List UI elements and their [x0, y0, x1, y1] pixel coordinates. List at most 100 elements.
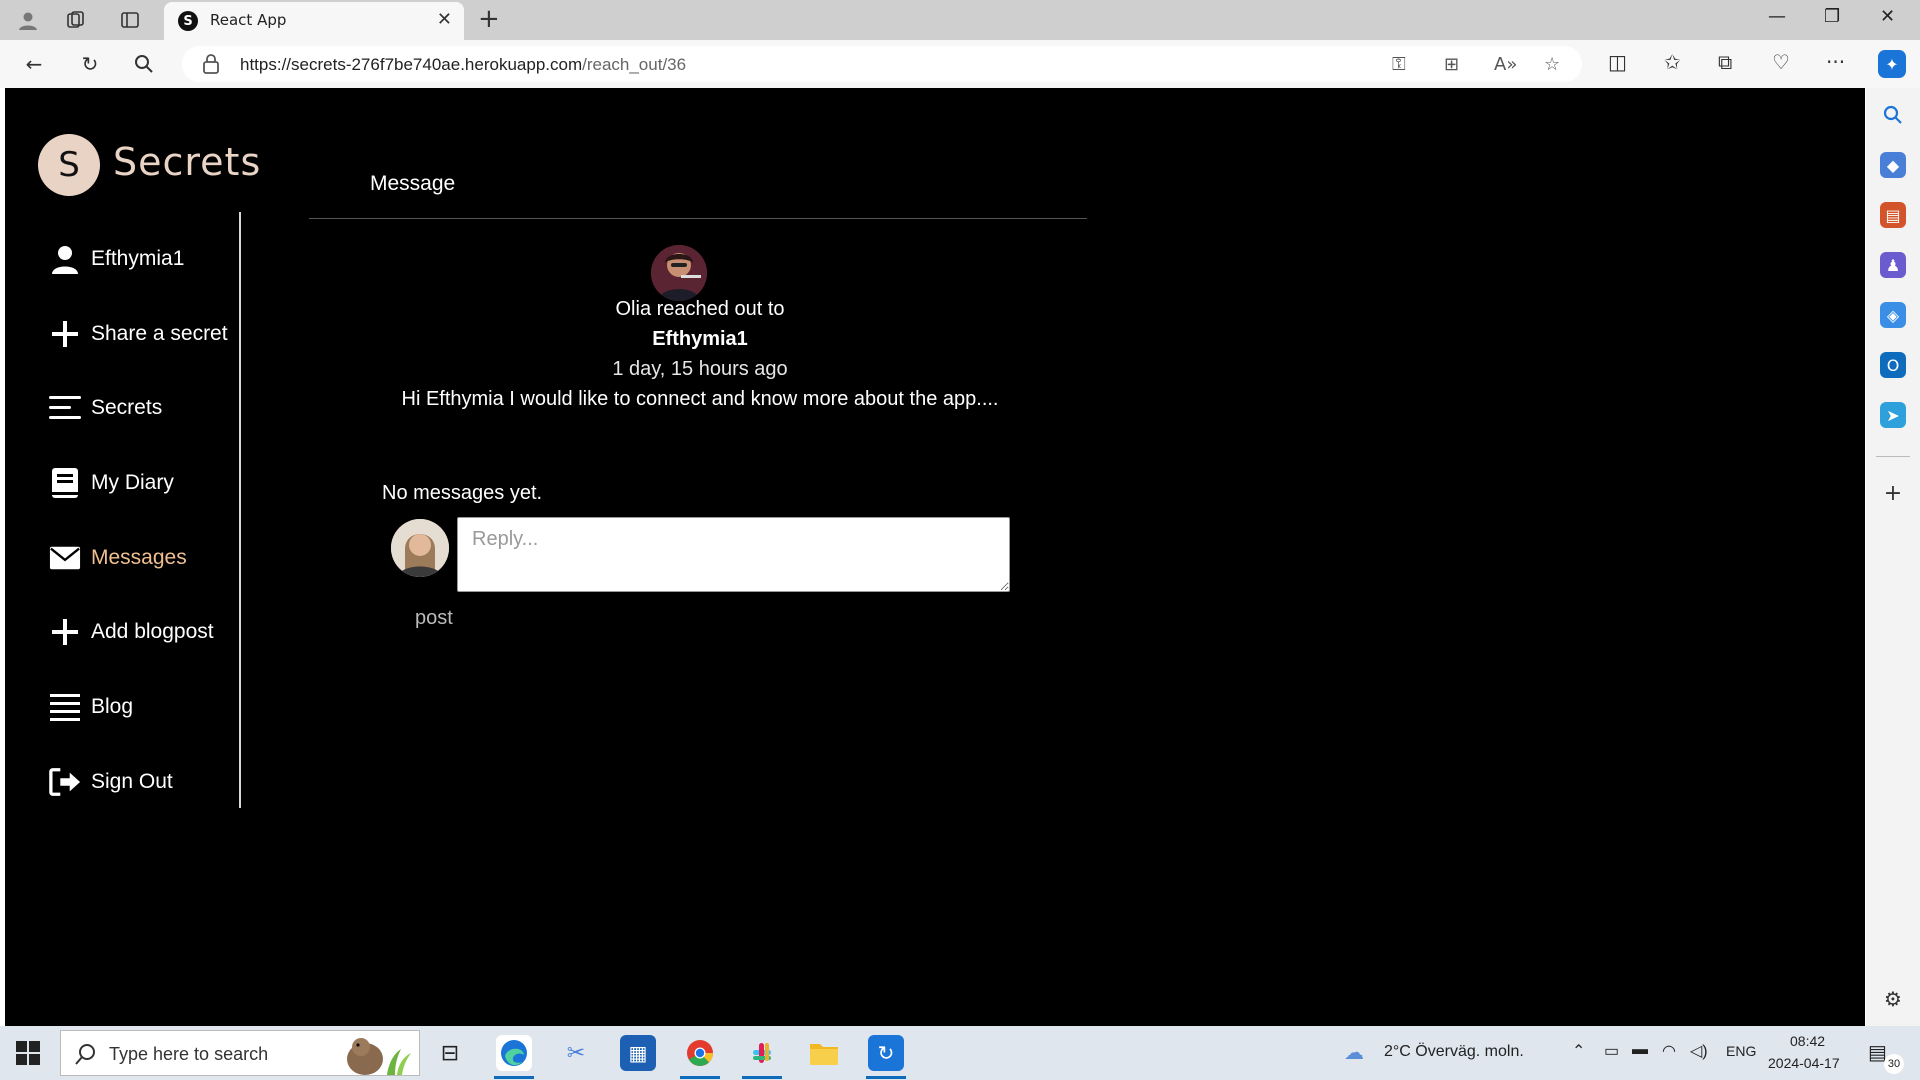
read-aloud-icon[interactable]: A»: [1494, 54, 1517, 75]
logo-text[interactable]: Secrets: [113, 140, 261, 184]
more-menu-icon[interactable]: ···: [1826, 50, 1845, 74]
show-hidden-icons-icon[interactable]: ⌃: [1572, 1041, 1585, 1061]
volume-icon[interactable]: ◁): [1690, 1041, 1708, 1061]
sidebar-item-profile[interactable]: Efthymia1: [49, 239, 184, 279]
reply-avatar[interactable]: [391, 519, 449, 577]
sidebar-item-label: Sign Out: [91, 770, 173, 793]
minimize-icon[interactable]: —: [1768, 6, 1786, 27]
wifi-icon[interactable]: ◠: [1662, 1041, 1676, 1061]
logo-circle[interactable]: S: [38, 134, 100, 196]
search-icon[interactable]: [130, 50, 158, 78]
clock-time[interactable]: 08:42: [1790, 1033, 1825, 1049]
split-screen-icon[interactable]: ◫: [1608, 50, 1627, 74]
refresh-icon[interactable]: ↻: [76, 50, 104, 78]
sidebar-item-label: Share a secret: [91, 322, 228, 345]
sidebar-item-label: Messages: [91, 546, 187, 569]
sidebar-settings-icon[interactable]: ⚙: [1880, 986, 1906, 1012]
edge-browser-icon[interactable]: [496, 1035, 532, 1071]
sidebar-item-share-secret[interactable]: Share a secret: [49, 314, 228, 354]
sidebar-divider-line: [239, 212, 241, 808]
task-view-icon[interactable]: ⊟: [432, 1035, 468, 1071]
address-bar[interactable]: https://secrets-276f7be740ae.herokuapp.c…: [182, 46, 1582, 82]
close-tab-icon[interactable]: ✕: [437, 9, 452, 30]
recipient-name[interactable]: Efthymia1: [305, 328, 1095, 351]
send-icon[interactable]: ➤: [1880, 402, 1906, 428]
windows-start-icon[interactable]: [16, 1041, 40, 1065]
games-icon[interactable]: ♟: [1880, 252, 1906, 278]
slack-icon[interactable]: [744, 1035, 780, 1071]
sidebar-item-label: Secrets: [91, 396, 163, 419]
sidebar-item-blog[interactable]: Blog: [49, 687, 133, 727]
chrome-active-indicator: [680, 1076, 720, 1079]
taskbar-search[interactable]: Type here to search: [60, 1030, 420, 1076]
sidebar-item-sign-out[interactable]: Sign Out: [49, 762, 173, 802]
workspaces-icon[interactable]: [64, 8, 88, 32]
password-key-icon[interactable]: ⚿: [1392, 54, 1406, 75]
edge-sidebar: ◆ ▤ ♟ ◈ O ➤ + ⚙: [1866, 88, 1920, 1026]
sidebar-item-my-diary[interactable]: My Diary: [49, 463, 174, 503]
sidebar-item-label: Add blogpost: [91, 620, 214, 643]
slack-active-indicator: [742, 1076, 782, 1079]
browser-essentials-icon[interactable]: ♡: [1772, 50, 1790, 74]
favorites-icon[interactable]: ✩: [1664, 50, 1681, 74]
tools-briefcase-icon[interactable]: ▤: [1880, 202, 1906, 228]
url-text[interactable]: https://secrets-276f7be740ae.herokuapp.c…: [240, 55, 686, 75]
sidebar-item-messages[interactable]: Messages: [49, 538, 187, 578]
collections-icon[interactable]: ⧉: [1718, 50, 1732, 74]
sidebar-search-icon[interactable]: [1880, 102, 1906, 128]
restore-icon[interactable]: ❐: [1824, 6, 1840, 27]
browser-tab-bar: S React App ✕ + — ❐ ✕: [0, 0, 1920, 40]
reply-input[interactable]: [457, 517, 1010, 592]
book-icon: [49, 467, 81, 499]
new-tab-button[interactable]: +: [478, 4, 500, 34]
active-tab[interactable]: S React App ✕: [164, 2, 464, 40]
tab-actions-icon[interactable]: [118, 8, 142, 32]
add-sidebar-app-icon[interactable]: +: [1880, 480, 1906, 506]
back-icon[interactable]: ←: [20, 50, 48, 78]
taskbar-search-text: Type here to search: [109, 1044, 269, 1064]
language-indicator[interactable]: ENG: [1726, 1043, 1756, 1059]
chrome-icon[interactable]: [682, 1035, 718, 1071]
meet-now-icon[interactable]: ▭: [1604, 1041, 1619, 1061]
weather-cloud-icon[interactable]: ☁: [1344, 1040, 1364, 1065]
lines-icon: [49, 392, 81, 424]
reached-out-text: Olia reached out to: [615, 298, 785, 320]
user-icon: [49, 243, 81, 275]
sender-avatar[interactable]: [651, 245, 707, 301]
microsoft-store-icon[interactable]: ▦: [620, 1035, 656, 1071]
app-available-icon[interactable]: ⊞: [1444, 54, 1459, 75]
snipping-tool-icon[interactable]: ✂: [558, 1035, 594, 1071]
file-explorer-icon[interactable]: [806, 1035, 842, 1071]
sidebar-divider: [1876, 456, 1910, 457]
envelope-icon: [49, 542, 81, 574]
header-divider: [309, 218, 1087, 219]
favorite-star-icon[interactable]: ☆: [1544, 54, 1560, 75]
plus-icon: [49, 318, 81, 350]
clock-date[interactable]: 2024-04-17: [1768, 1055, 1840, 1071]
shopping-tag-icon[interactable]: ◆: [1880, 152, 1906, 178]
sidebar-item-secrets[interactable]: Secrets: [49, 388, 162, 428]
message-body: Hi Efthymia I would like to connect and …: [401, 388, 999, 410]
plus-icon: [49, 616, 81, 648]
post-button[interactable]: post: [415, 607, 453, 630]
message-timestamp: 1 day, 15 hours ago: [612, 358, 788, 380]
list-icon: [49, 691, 81, 723]
sidebar-item-add-blogpost[interactable]: Add blogpost: [49, 612, 214, 652]
remote-app-icon[interactable]: ↻: [868, 1035, 904, 1071]
profile-icon[interactable]: [16, 8, 40, 32]
microsoft365-icon[interactable]: ◈: [1880, 302, 1906, 328]
lock-icon[interactable]: [202, 54, 220, 74]
search-highlight-illustration-icon: [347, 1038, 411, 1075]
outlook-icon[interactable]: O: [1880, 352, 1906, 378]
message-header: Message: [370, 172, 456, 195]
browser-toolbar: ← ↻ https://secrets-276f7be740ae.herokua…: [0, 40, 1920, 88]
tab-favicon-icon: S: [178, 11, 198, 31]
close-window-icon[interactable]: ✕: [1880, 6, 1895, 27]
sign-out-icon: [49, 766, 81, 798]
copilot-icon[interactable]: ✦: [1878, 50, 1906, 78]
notification-count-badge: 30: [1884, 1054, 1904, 1074]
weather-text[interactable]: 2°C Överväg. moln.: [1384, 1043, 1524, 1061]
taskbar-search-icon: [75, 1044, 95, 1065]
battery-icon[interactable]: ▬: [1632, 1041, 1648, 1059]
sidebar-item-label: Blog: [91, 695, 134, 718]
